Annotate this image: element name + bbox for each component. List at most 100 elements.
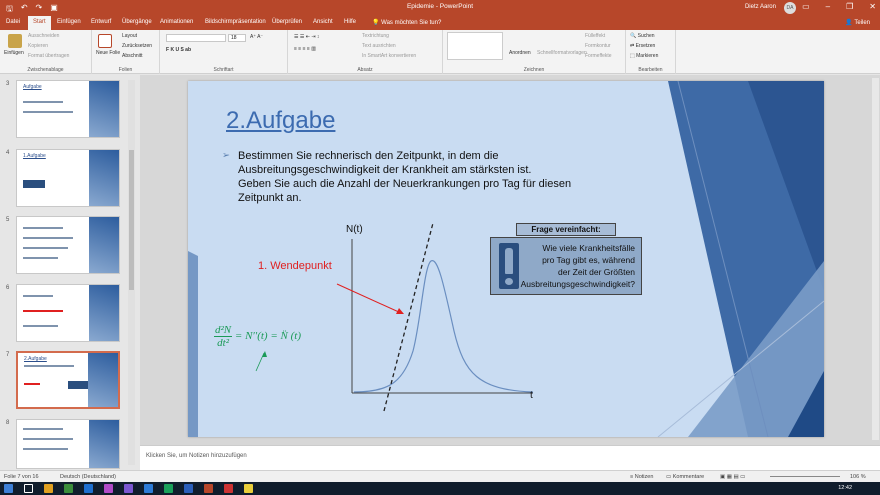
user-name[interactable]: Dietz Aaron bbox=[745, 4, 776, 10]
ribbon-tabs: Datei Start Einfügen Entwurf Übergänge A… bbox=[0, 16, 880, 30]
slide-number: 7 bbox=[6, 352, 10, 358]
section-button[interactable]: Abschnitt bbox=[122, 53, 143, 59]
minimize-icon[interactable]: – bbox=[826, 2, 830, 11]
onenote-icon[interactable] bbox=[104, 484, 113, 493]
layout-button[interactable]: Layout bbox=[122, 33, 137, 39]
tab-slideshow[interactable]: Bildschirmpräsentation bbox=[205, 19, 266, 25]
paste-button[interactable]: Einfügen bbox=[4, 50, 24, 56]
format-painter-button[interactable]: Format übertragen bbox=[28, 53, 69, 59]
view-buttons[interactable]: ▣ ▦ ▤ ▭ bbox=[720, 474, 745, 480]
slide-thumbnail-selected[interactable]: 2.Aufgabe bbox=[16, 351, 120, 409]
powerpoint-icon[interactable] bbox=[204, 484, 213, 493]
tab-transitions[interactable]: Übergänge bbox=[122, 19, 152, 25]
slide-thumbnail[interactable]: Aufgabe bbox=[16, 80, 120, 138]
select-button[interactable]: ⬚ Markieren bbox=[630, 53, 658, 59]
outlook-icon[interactable] bbox=[144, 484, 153, 493]
tab-view[interactable]: Ansicht bbox=[313, 19, 333, 25]
zoom-level[interactable]: 106 % bbox=[850, 474, 866, 480]
app-icon[interactable] bbox=[244, 484, 253, 493]
teams-icon[interactable] bbox=[124, 484, 133, 493]
explorer-icon[interactable] bbox=[44, 484, 53, 493]
paste-icon[interactable] bbox=[8, 34, 22, 48]
tab-home[interactable]: Start bbox=[28, 16, 51, 30]
bullet-icon: ➢ bbox=[222, 150, 230, 161]
cut-button[interactable]: Ausschneiden bbox=[28, 33, 59, 39]
font-size-field[interactable]: 18 bbox=[228, 34, 246, 42]
tell-me-search[interactable]: 💡 Was möchten Sie tun? bbox=[372, 19, 441, 26]
slide-number: 3 bbox=[6, 81, 10, 87]
arrange-button[interactable]: Anordnen bbox=[509, 50, 531, 56]
edge-icon[interactable] bbox=[84, 484, 93, 493]
slide-thumbnail[interactable]: 1.Aufgabe bbox=[16, 149, 120, 207]
avatar[interactable]: DA bbox=[784, 2, 796, 14]
excel-icon[interactable] bbox=[164, 484, 173, 493]
share-button[interactable]: 👤 Teilen bbox=[845, 19, 870, 26]
tangent-line bbox=[383, 222, 434, 412]
list-icons[interactable]: ☰ ☰ ⇤ ⇥ ↕ bbox=[294, 34, 319, 40]
comments-button[interactable]: ▭ Kommentare bbox=[666, 474, 704, 480]
tab-design[interactable]: Entwurf bbox=[91, 19, 111, 25]
group-drawing: Anordnen Schnellformatvorlagen Fülleffek… bbox=[443, 30, 626, 74]
tab-help[interactable]: Hilfe bbox=[344, 19, 356, 25]
align-text-button[interactable]: Text ausrichten bbox=[362, 43, 396, 49]
thumbnail-decoration bbox=[89, 420, 119, 468]
tab-insert[interactable]: Einfügen bbox=[57, 19, 81, 25]
fill-button[interactable]: Fülleffekt bbox=[585, 33, 605, 39]
zoom-slider[interactable] bbox=[770, 476, 840, 477]
taskbar: 12:42 bbox=[0, 482, 880, 495]
reset-button[interactable]: Zurücksetzen bbox=[122, 43, 152, 49]
new-slide-icon[interactable] bbox=[98, 34, 112, 48]
copy-button[interactable]: Kopieren bbox=[28, 43, 48, 49]
font-name-field[interactable] bbox=[166, 34, 226, 42]
thumbnail-line bbox=[23, 101, 63, 103]
app-icon[interactable] bbox=[64, 484, 73, 493]
second-derivative-formula: d²N dt² = N′′(t) = N̈ (t) bbox=[214, 324, 301, 349]
slide-title: 2.Aufgabe bbox=[226, 107, 336, 134]
thumbnail-line bbox=[23, 448, 68, 450]
quick-styles-button[interactable]: Schnellformatvorlagen bbox=[537, 50, 587, 56]
maximize-icon[interactable]: ❐ bbox=[846, 2, 853, 11]
thumbnail-box bbox=[68, 381, 90, 389]
new-slide-button[interactable]: Neue Folie bbox=[96, 50, 120, 56]
find-label: Suchen bbox=[637, 33, 655, 39]
font-grow-icon[interactable]: A⁺ A⁻ bbox=[250, 34, 263, 40]
word-icon[interactable] bbox=[184, 484, 193, 493]
search-icon[interactable] bbox=[24, 484, 33, 493]
bold-button[interactable]: F K U S ab bbox=[166, 47, 191, 53]
canvas-scrollbar[interactable] bbox=[872, 78, 879, 440]
align-icons[interactable]: ≡ ≡ ≡ ≡ ▥ bbox=[294, 46, 316, 52]
slide-thumbnail[interactable] bbox=[16, 419, 120, 469]
notes-pane[interactable]: Klicken Sie, um Notizen hinzuzufügen bbox=[140, 445, 880, 470]
effects-button[interactable]: Formeffekte bbox=[585, 53, 612, 59]
scrollbar-thumb[interactable] bbox=[129, 150, 134, 290]
find-button[interactable]: 🔍 Suchen bbox=[630, 33, 655, 39]
shapes-gallery[interactable] bbox=[447, 32, 503, 60]
thumbnail-title: 2.Aufgabe bbox=[24, 356, 47, 362]
group-font: 18 F K U S ab A⁺ A⁻ Schriftart bbox=[160, 30, 288, 74]
clock[interactable]: 12:42 bbox=[838, 485, 852, 491]
language-indicator[interactable]: Deutsch (Deutschland) bbox=[60, 474, 116, 480]
notes-button[interactable]: ≡ Notizen bbox=[630, 474, 653, 480]
app-icon[interactable] bbox=[224, 484, 233, 493]
start-icon[interactable] bbox=[4, 484, 13, 493]
replace-button[interactable]: ⇄ Ersetzen bbox=[630, 43, 655, 49]
tab-animations[interactable]: Animationen bbox=[160, 19, 193, 25]
thumbnail-scrollbar[interactable] bbox=[128, 80, 135, 465]
x-axis-label: t bbox=[530, 390, 533, 401]
slide-thumbnail[interactable] bbox=[16, 284, 120, 342]
task-text: Bestimmen Sie rechnerisch den Zeitpunkt,… bbox=[238, 149, 638, 205]
task-line: Geben Sie auch die Anzahl der Neuerkrank… bbox=[238, 178, 572, 190]
outline-button[interactable]: Formkontur bbox=[585, 43, 611, 49]
slide-number: 8 bbox=[6, 420, 10, 426]
close-icon[interactable]: ✕ bbox=[869, 2, 876, 11]
text-direction-button[interactable]: Textrichtung bbox=[362, 33, 389, 39]
tab-review[interactable]: Überprüfen bbox=[272, 19, 302, 25]
smartart-button[interactable]: In SmartArt konvertieren bbox=[362, 53, 416, 59]
question-line: Wie viele Krankheitsfälle bbox=[542, 243, 635, 253]
ribbon-display-icon[interactable]: ▭ bbox=[802, 2, 810, 11]
thumbnail-title: Aufgabe bbox=[23, 84, 42, 90]
slide-thumbnail[interactable] bbox=[16, 216, 120, 274]
status-bar: Folie 7 von 16 Deutsch (Deutschland) ≡ N… bbox=[0, 470, 880, 482]
tab-file[interactable]: Datei bbox=[6, 19, 20, 25]
slide[interactable]: 2.Aufgabe ➢ Bestimmen Sie rechnerisch de… bbox=[188, 81, 824, 437]
